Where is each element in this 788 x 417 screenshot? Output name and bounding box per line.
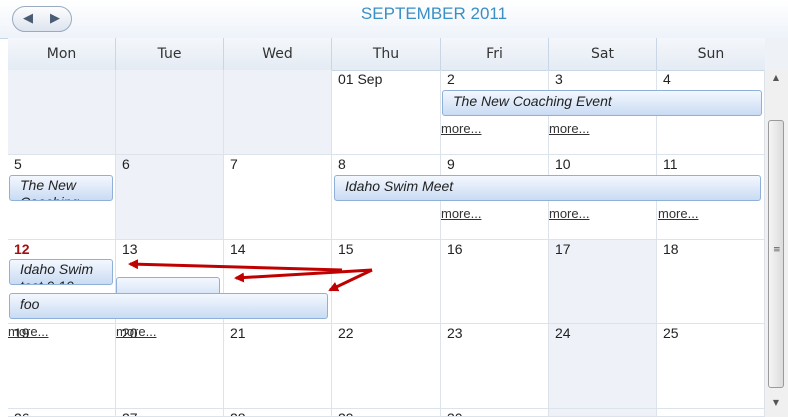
day-cell[interactable]: 15 (332, 240, 441, 324)
day-number: 3 (555, 71, 563, 87)
day-number: 27 (122, 410, 138, 416)
month-title: SEPTEMBER 2011 (360, 4, 508, 23)
previous-month-button[interactable]: ◀ (15, 8, 41, 28)
day-number: 13 (122, 241, 138, 257)
event-foo[interactable]: foo (9, 293, 328, 319)
day-cell[interactable] (8, 70, 116, 155)
day-cell[interactable]: 6 (116, 155, 224, 240)
day-number: 21 (230, 325, 246, 341)
day-cell[interactable]: 26 (8, 409, 116, 417)
day-cell[interactable]: 25 (657, 324, 765, 409)
day-number: 23 (447, 325, 463, 341)
day-cell[interactable]: 7 (224, 155, 332, 240)
day-number: 11 (663, 156, 678, 172)
day-number: 15 (338, 241, 354, 257)
day-number: 8 (338, 156, 346, 172)
today-number: 12 (14, 241, 30, 257)
day-cell[interactable]: 29 (332, 409, 441, 417)
day-cell[interactable]: 28 (224, 409, 332, 417)
day-cell[interactable] (224, 70, 332, 155)
more-link[interactable]: more... (549, 121, 589, 136)
day-number: 5 (14, 156, 22, 172)
day-number: 01 Sep (338, 71, 383, 87)
more-link[interactable]: more... (116, 324, 156, 339)
day-number: 9 (447, 156, 455, 172)
scroll-header (765, 38, 788, 71)
more-link[interactable]: more... (441, 206, 481, 221)
day-number: 7 (230, 156, 238, 172)
more-link[interactable]: more... (441, 121, 481, 136)
day-cell[interactable]: 01 Sep (332, 70, 441, 155)
scroll-down-icon[interactable]: ▼ (771, 398, 781, 407)
weekday-tue: Tue (116, 38, 224, 71)
weekday-fri: Fri (441, 38, 549, 71)
day-cell[interactable]: 23 (441, 324, 549, 409)
more-link[interactable]: more... (549, 206, 589, 221)
event-coaching-continued[interactable]: The New Coaching (9, 175, 113, 201)
day-number: 18 (663, 241, 679, 257)
day-number: 25 (663, 325, 679, 341)
more-link[interactable]: more... (658, 206, 698, 221)
day-number: 28 (230, 410, 246, 416)
day-number: 29 (338, 410, 354, 416)
day-number: 30 (447, 410, 463, 416)
day-number: 2 (447, 71, 455, 87)
day-number: 17 (555, 241, 571, 257)
event-coaching[interactable]: The New Coaching Event (442, 90, 762, 116)
day-number: 14 (230, 241, 246, 257)
next-month-button[interactable]: ▶ (42, 8, 68, 28)
day-number: 6 (122, 156, 130, 172)
weekday-wed: Wed (224, 38, 332, 71)
day-number: 4 (663, 71, 671, 87)
arrow-left-icon: ◀ (23, 10, 33, 26)
day-number: 16 (447, 241, 463, 257)
scrollbar-thumb[interactable]: ≡ (768, 120, 784, 388)
day-cell[interactable]: 21 (224, 324, 332, 409)
day-cell[interactable]: 24 (549, 324, 657, 409)
day-cell[interactable]: 17 (549, 240, 657, 324)
day-cell[interactable] (657, 409, 765, 417)
day-number: 24 (555, 325, 571, 341)
arrow-right-icon: ▶ (50, 10, 60, 26)
day-cell[interactable]: 22 (332, 324, 441, 409)
event-idaho-meet[interactable]: Idaho Swim Meet (334, 175, 761, 201)
vertical-scrollbar[interactable]: ▲ ≡ ▼ (765, 70, 788, 417)
scroll-up-icon[interactable]: ▲ (771, 73, 781, 82)
month-nav: ◀ ▶ (12, 6, 72, 32)
day-cell[interactable]: 27 (116, 409, 224, 417)
day-number: 22 (338, 325, 354, 341)
day-cell[interactable]: 16 (441, 240, 549, 324)
day-cell[interactable]: 18 (657, 240, 765, 324)
weekday-mon: Mon (8, 38, 116, 71)
day-number: 26 (14, 410, 30, 416)
weekday-sat: Sat (549, 38, 657, 71)
day-cell[interactable] (116, 70, 224, 155)
grip-icon: ≡ (773, 245, 781, 255)
more-link[interactable]: more... (8, 324, 48, 339)
weekday-sun: Sun (657, 38, 766, 71)
day-cell[interactable] (549, 409, 657, 417)
day-cell[interactable]: 30 (441, 409, 549, 417)
event-idaho-test[interactable]: Idaho Swim test 9.10 (9, 259, 113, 285)
day-number: 10 (555, 156, 571, 172)
weekday-thu: Thu (332, 38, 441, 71)
calendar-header: ◀ ▶ SEPTEMBER 2011 (0, 0, 788, 39)
